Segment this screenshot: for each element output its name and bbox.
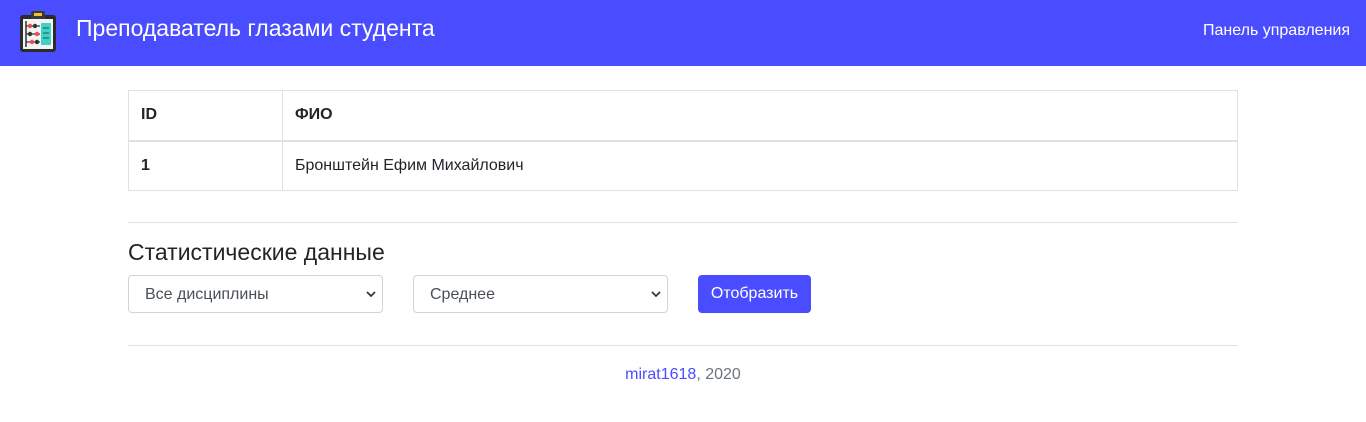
column-header-id: ID	[128, 90, 283, 142]
chevron-down-icon	[366, 291, 376, 298]
show-button[interactable]: Отобразить	[698, 275, 811, 313]
chevron-down-icon	[651, 291, 661, 298]
navbar: Преподаватель глазами студента Панель уп…	[0, 0, 1366, 66]
discipline-select-value: Все дисциплины	[145, 286, 269, 303]
divider	[128, 345, 1238, 346]
brand-title[interactable]: Преподаватель глазами студента	[76, 14, 435, 42]
footer: mirat1618, 2020	[128, 365, 1238, 385]
column-header-name: ФИО	[282, 90, 1238, 142]
table-row: 1 Бронштейн Ефим Михайлович	[128, 140, 1238, 191]
control-panel-link[interactable]: Панель управления	[1203, 21, 1350, 41]
cell-id: 1	[128, 140, 283, 191]
discipline-select[interactable]: Все дисциплины	[128, 275, 383, 313]
footer-year: , 2020	[696, 366, 741, 383]
stats-heading: Статистические данные	[128, 239, 385, 265]
divider	[128, 222, 1238, 223]
author-link[interactable]: mirat1618	[625, 366, 696, 383]
cell-name: Бронштейн Ефим Михайлович	[282, 140, 1238, 191]
clipboard-abacus-icon[interactable]	[18, 10, 58, 54]
main-container: ID ФИО 1 Бронштейн Ефим Михайлович Стати…	[128, 90, 1238, 383]
teacher-table: ID ФИО 1 Бронштейн Ефим Михайлович	[128, 90, 1238, 191]
metric-select[interactable]: Среднее	[413, 275, 668, 313]
metric-select-value: Среднее	[430, 286, 495, 303]
table-header-row: ID ФИО	[128, 90, 1238, 142]
